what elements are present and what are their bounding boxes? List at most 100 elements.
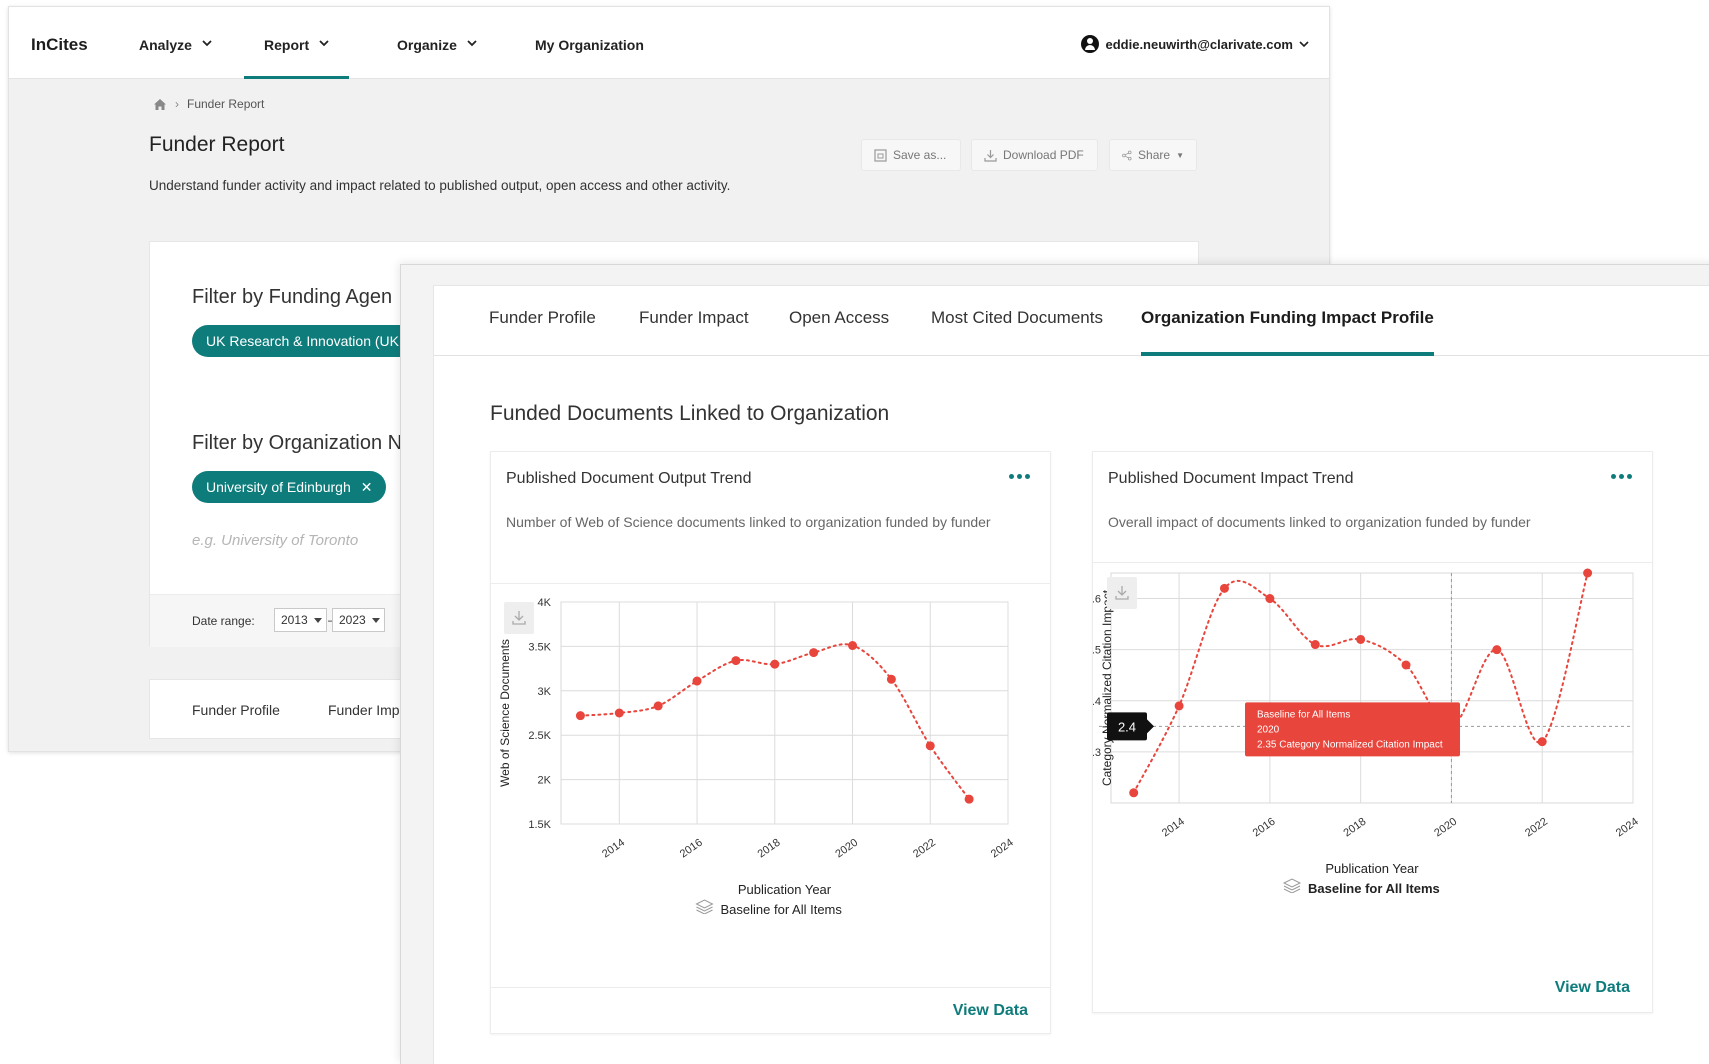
user-menu[interactable]: eddie.neuwirth@clarivate.com (1081, 35, 1309, 53)
top-navigation: InCites Analyze Report Organize My Organ… (9, 7, 1329, 79)
nav-my-organization-label: My Organization (535, 37, 644, 53)
baseline-value-label: 2.4 (1118, 719, 1136, 734)
x-tick-label: 2018 (1341, 816, 1368, 840)
user-icon (1081, 35, 1100, 53)
data-point (770, 659, 780, 669)
data-point (925, 741, 935, 751)
nav-organize[interactable]: Organize (397, 31, 477, 79)
y-tick-label: 2.5K (528, 730, 551, 742)
data-point (1219, 583, 1229, 593)
tab-open-access[interactable]: Open Access (789, 308, 889, 356)
download-pdf-button[interactable]: Download PDF (971, 139, 1098, 171)
x-tick-label: 2016 (1251, 816, 1278, 840)
impact-view-data-link[interactable]: View Data (1555, 979, 1630, 997)
save-icon (874, 148, 887, 162)
output-card-title: Published Document Output Trend (506, 470, 752, 487)
nav-my-organization[interactable]: My Organization (535, 31, 644, 79)
section-title: Funded Documents Linked to Organization (490, 402, 890, 425)
x-tick-label: 2014 (600, 837, 627, 861)
nav-report[interactable]: Report (243, 31, 350, 79)
date-to-select[interactable]: 2023 (332, 608, 385, 632)
x-tick-label: 2024 (989, 837, 1016, 861)
report-tabbar: Funder Profile Funder Impact Open Access… (434, 286, 1709, 356)
funding-agency-chip-label: UK Research & Innovation (UKR (206, 333, 410, 349)
page-title: Funder Report (149, 133, 285, 156)
organization-search-input[interactable]: e.g. University of Toronto (192, 532, 358, 549)
download-pdf-label: Download PDF (1003, 148, 1084, 162)
data-point (653, 701, 663, 711)
remove-chip-icon[interactable]: ✕ (361, 479, 373, 496)
tab-most-cited-documents[interactable]: Most Cited Documents (931, 308, 1103, 356)
x-axis-title: Publication Year (738, 882, 832, 897)
date-from-select[interactable]: 2013 (274, 608, 327, 632)
chevron-down-icon (202, 40, 212, 47)
layers-icon (1282, 878, 1302, 893)
data-point (692, 676, 702, 686)
save-as-label: Save as... (893, 148, 947, 162)
more-options-icon[interactable] (1009, 474, 1030, 479)
more-options-icon[interactable] (1611, 474, 1632, 479)
breadcrumb-separator-icon: › (175, 97, 179, 111)
home-icon[interactable] (153, 98, 167, 111)
tab-funder-profile[interactable]: Funder Profile (489, 308, 596, 356)
x-tick-label: 2024 (1614, 816, 1641, 840)
date-range-label: Date range: (192, 614, 255, 628)
tooltip-line: 2.35 Category Normalized Citation Impact (1257, 739, 1443, 750)
plot-area (560, 601, 1009, 825)
nav-analyze[interactable]: Analyze (139, 31, 212, 79)
download-icon (984, 149, 997, 162)
data-point (614, 708, 624, 718)
nav-analyze-label: Analyze (139, 37, 192, 53)
caret-down-icon (313, 617, 322, 623)
tab-organization-funding-impact-profile[interactable]: Organization Funding Impact Profile (1141, 308, 1434, 356)
output-view-data-link[interactable]: View Data (953, 1002, 1028, 1020)
data-point (1310, 640, 1320, 650)
chevron-down-icon (467, 40, 477, 47)
data-point (1174, 701, 1184, 711)
caret-down-icon: ▼ (1176, 150, 1184, 160)
back-tab-funder-profile[interactable]: Funder Profile (192, 702, 280, 718)
breadcrumb-current: Funder Report (187, 97, 265, 111)
share-label: Share (1138, 148, 1171, 162)
chevron-down-icon (1299, 41, 1309, 48)
breadcrumb: › Funder Report (153, 97, 264, 111)
user-email: eddie.neuwirth@clarivate.com (1105, 36, 1293, 52)
card-divider (491, 987, 1050, 988)
save-as-button[interactable]: Save as... (861, 139, 961, 171)
data-point (1492, 645, 1502, 655)
y-tick-label: 1.5K (528, 819, 551, 831)
y-tick-label: 2K (538, 775, 552, 787)
legend-label: Baseline for All Items (1308, 881, 1440, 893)
nav-report-label: Report (264, 37, 310, 53)
chevron-down-icon (319, 40, 329, 47)
x-tick-label: 2020 (833, 837, 860, 861)
layers-icon (695, 899, 714, 914)
organization-chip[interactable]: University of Edinburgh ✕ (192, 471, 387, 503)
legend-label: Baseline for All Items (721, 902, 843, 914)
date-from-value: 2013 (281, 613, 308, 627)
organization-chip-label: University of Edinburgh (206, 479, 351, 495)
funding-agency-chip[interactable]: UK Research & Innovation (UKR (192, 325, 424, 357)
tab-funder-impact[interactable]: Funder Impact (639, 308, 749, 356)
data-point (886, 674, 896, 684)
y-axis-title: Web of Science Documents (498, 639, 512, 787)
tooltip-line: 2020 (1257, 724, 1280, 735)
output-trend-chart: 2014 2016 2018 2020 2022 2024 1.5K 2K 2.5K 3K 3.5K… (498, 597, 1016, 914)
data-point (575, 711, 585, 721)
report-panel: Funder Profile Funder Impact Open Access… (433, 285, 1709, 1064)
nav-organize-label: Organize (397, 37, 457, 53)
y-axis-title: Category Normalized Citation Impact (1100, 589, 1114, 786)
app-logo[interactable]: InCites (31, 35, 88, 55)
data-point (731, 656, 741, 666)
data-point (848, 641, 858, 651)
y-tick-label: 3K (538, 686, 552, 698)
caret-down-icon (371, 617, 380, 623)
x-tick-label: 2022 (1523, 816, 1550, 840)
date-to-value: 2023 (339, 613, 366, 627)
impact-card-description: Overall impact of documents linked to or… (1108, 514, 1531, 530)
share-button[interactable]: Share ▼ (1109, 139, 1197, 171)
data-point (1583, 568, 1593, 578)
impact-trend-card: Published Document Impact Trend Overall … (1092, 451, 1653, 1013)
filter-organization-title: Filter by Organization N (192, 432, 403, 454)
data-point (1129, 788, 1139, 798)
